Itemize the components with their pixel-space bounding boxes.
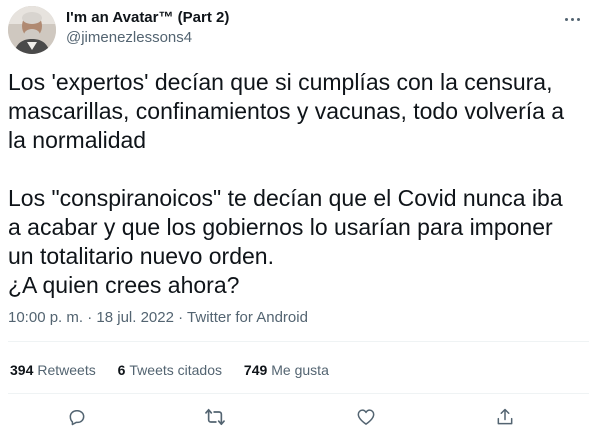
divider	[8, 393, 589, 394]
retweet-icon[interactable]	[204, 406, 226, 428]
like-icon[interactable]	[355, 406, 377, 428]
tweet-text: Los 'expertos' decían que si cumplías co…	[8, 69, 565, 298]
tweet-time[interactable]: 10:00 p. m.	[8, 309, 83, 326]
tweet-header: I'm an Avatar™ (Part 2) @jimenezlessons4	[8, 6, 587, 56]
likes-label: Me gusta	[271, 362, 329, 378]
quotes-count: 6	[117, 362, 126, 378]
tweet-source[interactable]: Twitter for Android	[187, 309, 308, 326]
more-options-icon[interactable]	[561, 10, 583, 28]
avatar[interactable]	[8, 6, 56, 54]
tweet: I'm an Avatar™ (Part 2) @jimenezlessons4…	[0, 0, 597, 436]
quotes-label: Tweets citados	[129, 362, 223, 378]
retweets-count: 394	[10, 362, 34, 378]
author-display-name[interactable]: I'm an Avatar™ (Part 2)	[66, 8, 229, 28]
tweet-meta: 10:00 p. m. · 18 jul. 2022 · Twitter for…	[8, 308, 308, 328]
retweets-label: Retweets	[37, 362, 96, 378]
tweet-stats: 394 Retweets 6 Tweets citados 749 Me gusta	[10, 361, 347, 379]
author-names: I'm an Avatar™ (Part 2) @jimenezlessons4	[66, 8, 229, 48]
quotes-stat[interactable]: 6 Tweets citados	[118, 361, 222, 379]
tweet-actions	[0, 398, 597, 434]
share-icon[interactable]	[494, 406, 516, 428]
retweets-stat[interactable]: 394 Retweets	[10, 361, 96, 379]
avatar-image	[8, 6, 56, 54]
reply-icon[interactable]	[66, 406, 88, 428]
divider	[8, 341, 589, 342]
likes-count: 749	[243, 362, 268, 378]
tweet-date[interactable]: 18 jul. 2022	[96, 309, 174, 326]
meta-separator: ·	[178, 309, 184, 326]
author-handle[interactable]: @jimenezlessons4	[66, 28, 229, 48]
meta-separator: ·	[87, 309, 93, 326]
likes-stat[interactable]: 749 Me gusta	[244, 361, 329, 379]
